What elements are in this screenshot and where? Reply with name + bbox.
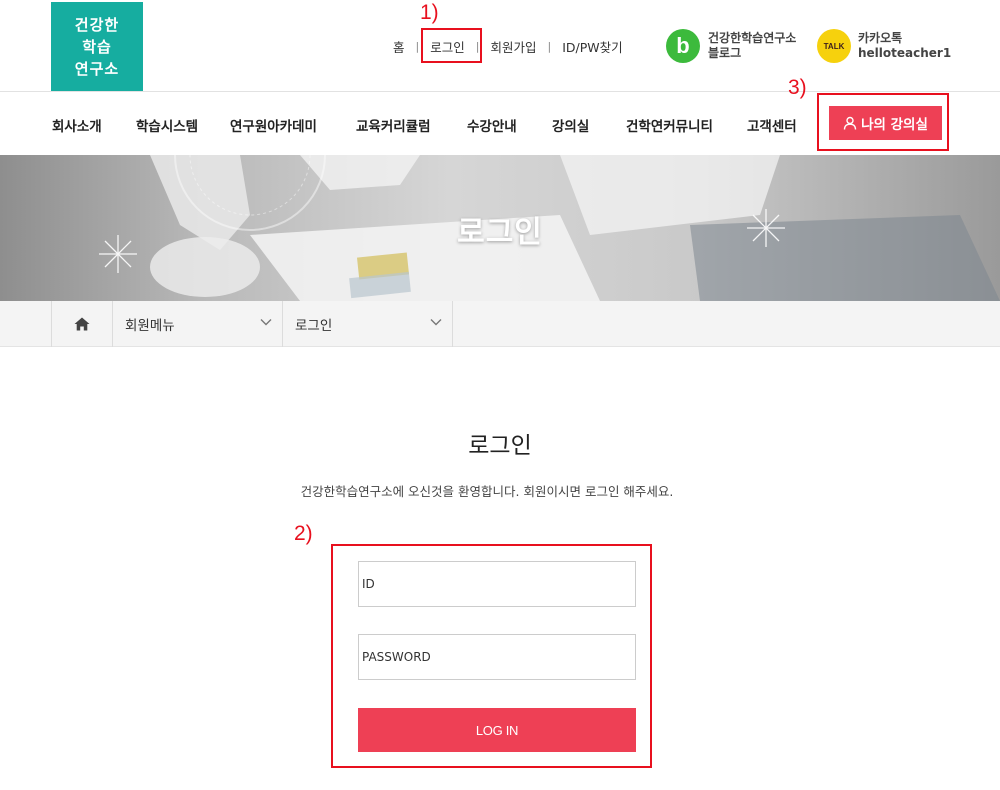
blog-label: 건강한학습연구소 블로그 (708, 31, 796, 61)
kakao-label-line-2: helloteacher1 (858, 46, 952, 60)
logo-line-2: 학습 (82, 37, 112, 56)
blog-label-line-2: 블로그 (708, 46, 742, 60)
logo-line-3: 연구소 (74, 59, 120, 78)
kakao-link[interactable]: TALK 카카오톡 helloteacher1 (817, 29, 951, 63)
breadcrumb-level2-label: 로그인 (295, 318, 333, 334)
blog-link[interactable]: b 건강한학습연구소 블로그 (666, 29, 796, 63)
util-separator: | (415, 39, 420, 53)
top-header: 건강한 학습 연구소 홈 | 로그인 | 회원가입 | ID/PW찾기 b 건강… (0, 0, 1000, 92)
chevron-down-icon (260, 319, 272, 326)
chevron-down-icon (430, 319, 442, 326)
util-separator: | (547, 39, 552, 53)
annotation-box-3 (817, 93, 949, 151)
nav-item-customer-center[interactable]: 고객센터 (747, 115, 797, 135)
util-link-find-id-pw[interactable]: ID/PW찾기 (562, 37, 622, 56)
kakao-label-line-1: 카카오톡 (858, 31, 903, 45)
login-subtitle: 건강한학습연구소에 오신것을 환영합니다. 회원이시면 로그인 해주세요. (300, 484, 674, 499)
logo-line-1: 건강한 (74, 15, 120, 34)
breadcrumb: 회원메뉴 로그인 (0, 301, 1000, 347)
kakao-talk-icon: TALK (817, 29, 851, 63)
breadcrumb-dropdown-login[interactable]: 로그인 (283, 301, 453, 347)
nav-item-community[interactable]: 건학연커뮤니티 (626, 115, 713, 135)
nav-item-classroom[interactable]: 강의실 (552, 115, 589, 135)
annotation-box-2 (331, 544, 652, 768)
kakao-label: 카카오톡 helloteacher1 (858, 31, 951, 61)
nav-item-curriculum[interactable]: 교육커리큘럼 (356, 115, 431, 135)
annotation-label-1: 1) (420, 1, 439, 24)
util-link-home[interactable]: 홈 (393, 37, 405, 56)
annotation-label-2: 2) (294, 522, 313, 545)
nav-item-learning-system[interactable]: 학습시스템 (136, 115, 198, 135)
hero-banner: 로그인 (0, 155, 1000, 301)
breadcrumb-dropdown-member-menu[interactable]: 회원메뉴 (113, 301, 283, 347)
annotation-box-1 (421, 28, 482, 63)
breadcrumb-level1-label: 회원메뉴 (125, 318, 175, 334)
annotation-label-3: 3) (788, 76, 807, 99)
nav-item-academy[interactable]: 연구원아카데미 (230, 115, 317, 135)
util-link-signup[interactable]: 회원가입 (490, 37, 536, 56)
hero-title: 로그인 (457, 215, 543, 250)
nav-item-course-info[interactable]: 수강안내 (467, 115, 517, 135)
home-icon (74, 317, 90, 331)
login-title: 로그인 (468, 433, 532, 459)
blog-icon: b (666, 29, 700, 63)
site-logo[interactable]: 건강한 학습 연구소 (51, 2, 143, 91)
nav-item-company[interactable]: 회사소개 (52, 115, 102, 135)
blog-label-line-1: 건강한학습연구소 (708, 31, 797, 45)
breadcrumb-home-button[interactable] (51, 301, 113, 347)
